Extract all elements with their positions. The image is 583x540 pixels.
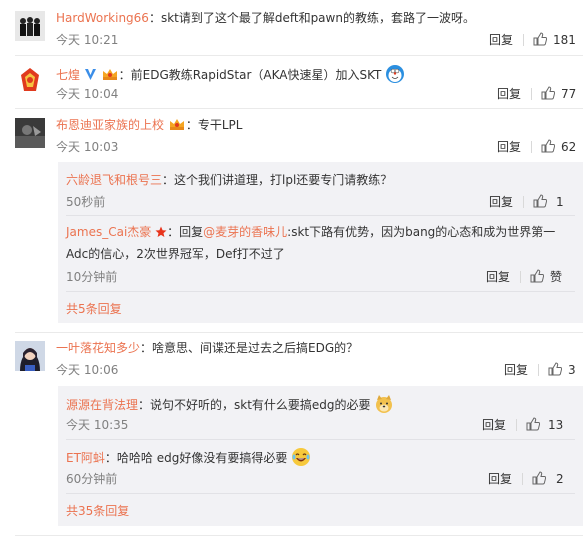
- action-divider: [531, 141, 532, 153]
- comment-divider: [15, 108, 583, 109]
- comment-time: 今天 10:04: [56, 87, 119, 101]
- reply-divider: [66, 215, 575, 216]
- comment-text-line: 一叶落花知多少：啥意思、间谍还是过去之后搞EDG的？: [56, 340, 358, 356]
- reply-text-line: ET阿蚪：哈哈哈 edg好像没有要搞得必要: [66, 447, 311, 467]
- reply-text-continued: Adc的信心，2次世界冠军，Def打不过了: [66, 247, 285, 261]
- like-count: 1: [556, 195, 564, 209]
- reply-time: 50秒前: [66, 195, 106, 209]
- reply-text: ：说句不好听的，skt有什么要搞edg的必要: [138, 398, 371, 412]
- reply-divider: [66, 291, 575, 292]
- reply-text: ：这个我们讲道理，打lpl还要专门请教练？: [162, 173, 393, 187]
- action-divider: [523, 196, 524, 208]
- comment-time: 今天 10:06: [56, 363, 119, 377]
- action-divider: [531, 88, 532, 100]
- avatar[interactable]: [15, 118, 45, 148]
- reply-time: 今天 10:35: [66, 418, 129, 432]
- thumbs-up-icon[interactable]: [533, 32, 547, 46]
- comment-time: 今天 10:03: [56, 140, 119, 154]
- like-label[interactable]: 赞: [550, 269, 562, 285]
- reply-button[interactable]: 回复: [482, 417, 506, 433]
- comment-divider: [15, 55, 583, 56]
- reply-button[interactable]: 回复: [489, 32, 513, 48]
- like-count: 2: [556, 472, 564, 486]
- comment-text: ：skt请到了这个最了解deft和pawn的教练，套路了一波呀。: [148, 11, 475, 25]
- comment-username[interactable]: 七煌: [56, 68, 80, 82]
- thumbs-up-icon[interactable]: [533, 194, 547, 208]
- comment-divider: [15, 332, 583, 333]
- comment-text-line: HardWorking66：skt请到了这个最了解deft和pawn的教练，套路…: [56, 10, 475, 26]
- like-count: 62: [561, 140, 577, 154]
- member-crown-icon: [169, 119, 184, 130]
- reply-button[interactable]: 回复: [486, 269, 510, 285]
- avatar[interactable]: [15, 65, 45, 95]
- reply-text: ：哈哈哈 edg好像没有要搞得必要: [104, 451, 288, 465]
- doraemon-emoji-icon: [386, 65, 405, 83]
- like-count: 77: [561, 87, 577, 101]
- reply-button[interactable]: 回复: [497, 86, 521, 102]
- reply-text-line: 六龄退飞和根号三：这个我们讲道理，打lpl还要专门请教练？: [66, 172, 392, 188]
- comment-text: ：前EDG教练RapidStar（AKA快速星）加入SKT: [118, 68, 382, 82]
- star-icon: [155, 226, 167, 237]
- avatar[interactable]: [15, 11, 45, 41]
- comment-divider: [15, 535, 583, 536]
- reply-time: 60分钟前: [66, 472, 118, 486]
- reply-text-line: James_Cai杰豪 ：回复@麦芽的香味儿:skt下路有优势，因为bang的心…: [66, 224, 555, 240]
- thumbs-up-icon[interactable]: [526, 417, 540, 431]
- comment-text-line: 布恩迪亚家族的上校 ：专干LPL: [56, 117, 242, 133]
- thumbs-up-icon[interactable]: [541, 86, 555, 100]
- action-divider: [538, 364, 539, 376]
- reply-button[interactable]: 回复: [488, 471, 512, 487]
- reply-button[interactable]: 回复: [489, 194, 513, 210]
- verified-v-icon: [84, 69, 96, 80]
- like-count: 13: [548, 418, 564, 432]
- reply-text-line: 源源在背法理：说句不好听的，skt有什么要搞edg的必要: [66, 394, 394, 414]
- comment-text: ：啥意思、间谍还是过去之后搞EDG的？: [140, 341, 359, 355]
- comment-username[interactable]: 布恩迪亚家族的上校: [56, 118, 164, 132]
- mention-link[interactable]: @麦芽的香味儿: [203, 225, 287, 239]
- more-replies-link[interactable]: 共35条回复: [66, 503, 129, 519]
- like-count: 3: [568, 363, 576, 377]
- reply-username[interactable]: ET阿蚪: [66, 451, 105, 465]
- doge-emoji-icon: [376, 395, 393, 413]
- like-count: 181: [553, 33, 576, 47]
- reply-button[interactable]: 回复: [504, 362, 528, 378]
- reply-username[interactable]: James_Cai杰豪: [66, 225, 151, 239]
- reply-divider: [66, 493, 575, 494]
- reply-text: :skt下路有优势，因为bang的心态和成为世界第一: [287, 225, 556, 239]
- comment-username[interactable]: 一叶落花知多少: [56, 341, 140, 355]
- reply-username[interactable]: 源源在背法理: [66, 398, 138, 412]
- more-replies-link[interactable]: 共5条回复: [66, 301, 122, 317]
- thumbs-up-icon[interactable]: [532, 471, 546, 485]
- member-crown-icon: [102, 69, 117, 80]
- reply-button[interactable]: 回复: [497, 139, 521, 155]
- comment-username[interactable]: HardWorking66: [56, 11, 149, 25]
- action-divider: [516, 419, 517, 431]
- thumbs-up-icon[interactable]: [548, 362, 562, 376]
- thumbs-up-icon[interactable]: [530, 269, 544, 283]
- reply-time: 10分钟前: [66, 270, 118, 284]
- comment-text-line: 七煌 ：前EDG教练RapidStar（AKA快速星）加入SKT: [56, 64, 405, 84]
- thumbs-up-icon[interactable]: [541, 139, 555, 153]
- action-divider: [520, 271, 521, 283]
- avatar[interactable]: [15, 341, 45, 371]
- comment-time: 今天 10:21: [56, 33, 119, 47]
- comment-text: ：专干LPL: [185, 118, 243, 132]
- reply-text-prefix: ：回复: [167, 225, 204, 239]
- action-divider: [522, 473, 523, 485]
- reply-username[interactable]: 六龄退飞和根号三: [66, 173, 162, 187]
- laughing-emoji-icon: [292, 448, 311, 466]
- action-divider: [523, 34, 524, 46]
- reply-divider: [66, 439, 575, 440]
